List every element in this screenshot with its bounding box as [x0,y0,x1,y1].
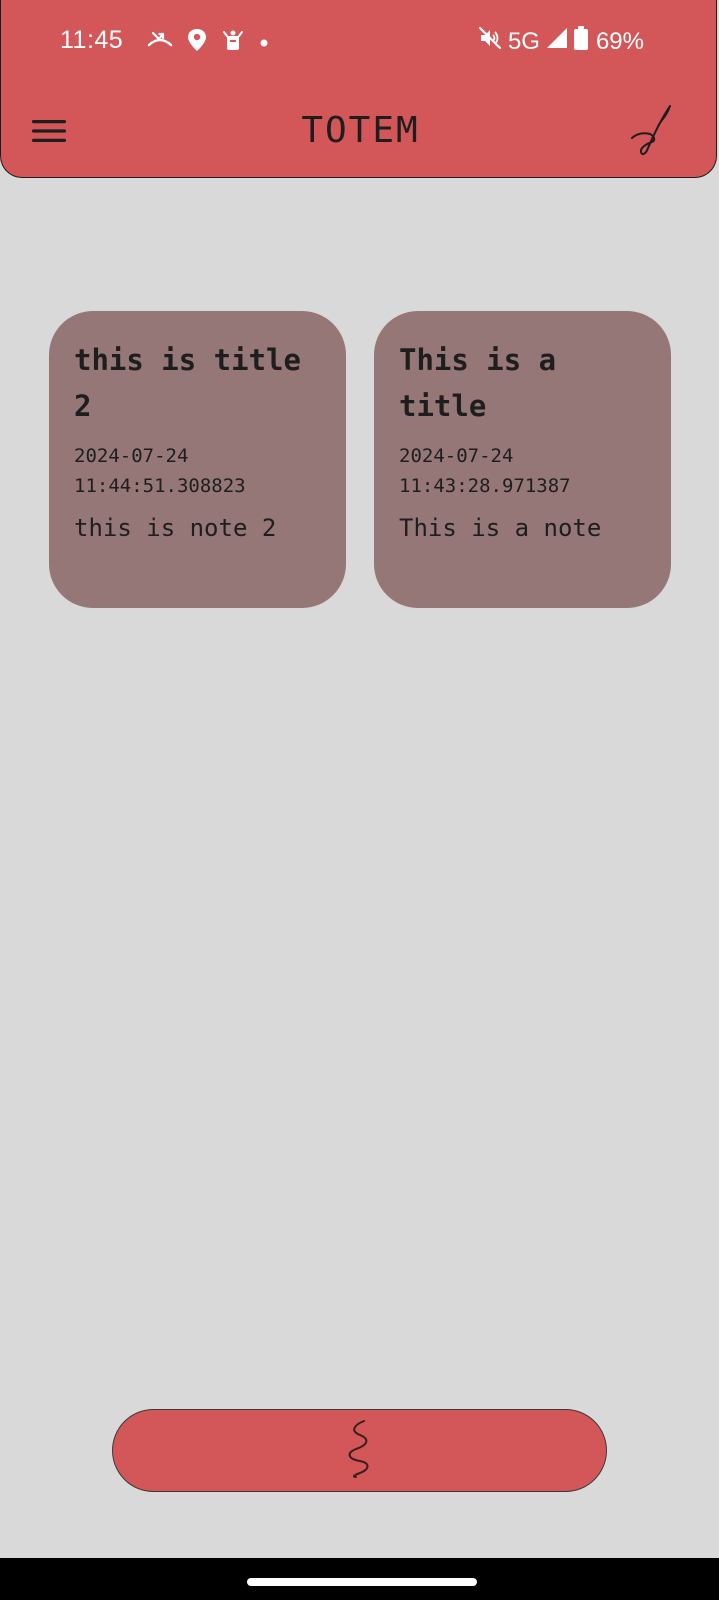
battery-percent: 69% [595,27,644,55]
note-body: This is a note [399,514,602,542]
mute-icon [478,26,502,57]
note-card[interactable]: this is title 2 2024-07-24 11:44:51.3088… [49,311,346,608]
maps-icon [187,28,207,56]
note-title: This is a title [399,343,557,423]
note-body: this is note 2 [74,514,277,542]
home-indicator[interactable] [247,1578,477,1586]
status-time: 11:45 [60,26,124,54]
missed-call-icon [147,29,173,55]
note-title: this is title 2 [74,343,301,423]
battery-icon [573,26,588,57]
new-note-button[interactable] [112,1409,607,1492]
delivery-icon [221,28,245,56]
signature-button[interactable] [630,104,674,160]
status-icons-right: 5G 69% [478,26,644,57]
notification-dot-icon [259,33,269,52]
network-type: 5G [507,27,540,55]
note-card[interactable]: This is a title 2024-07-24 11:43:28.9713… [374,311,671,608]
app-header: 11:45 5G 69% TOTEM [0,0,717,178]
signature-icon [630,105,674,164]
signal-icon [546,27,568,56]
note-timestamp: 2024-07-24 11:43:28.971387 [399,445,571,497]
app-title: TOTEM [301,110,420,151]
squiggle-icon [340,1419,380,1483]
note-timestamp: 2024-07-24 11:44:51.308823 [74,445,246,497]
notes-grid: this is title 2 2024-07-24 11:44:51.3088… [49,311,671,608]
status-icons-left [147,28,269,56]
